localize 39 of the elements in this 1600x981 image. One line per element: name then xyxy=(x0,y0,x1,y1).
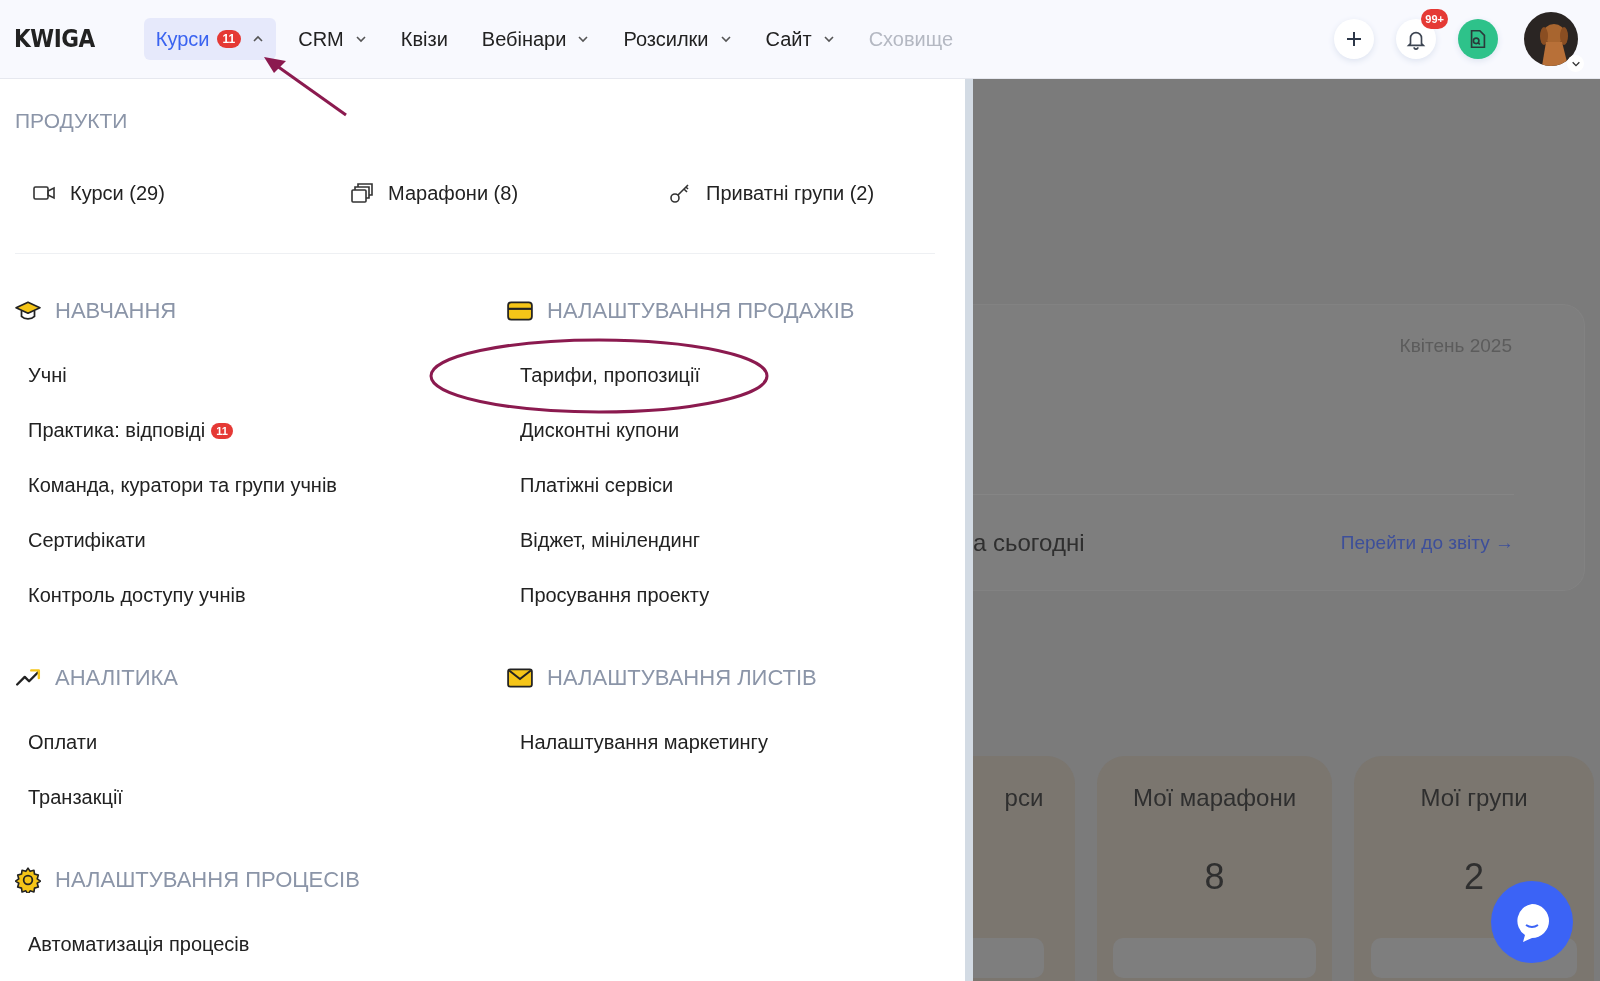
menu-item[interactable]: Команда, куратори та групи учнів xyxy=(28,474,337,497)
menu-item[interactable]: Сертифікати xyxy=(28,529,146,552)
card-title: Мої групи xyxy=(1420,784,1528,812)
card-title: Мої марафони xyxy=(1132,784,1297,812)
nav-tab[interactable]: Квізи xyxy=(388,18,460,60)
menu-item[interactable]: Просування проекту xyxy=(520,584,710,607)
section-title: НАЛАШТУВАННЯ ПРОЦЕСІВ xyxy=(55,867,360,893)
section-title: НАВЧАННЯ xyxy=(55,298,177,324)
nav-tab[interactable]: CRM xyxy=(286,18,379,60)
menu-item[interactable]: Курси (29) xyxy=(70,181,165,205)
menu-item[interactable]: Учні xyxy=(28,364,67,387)
menu-item[interactable]: Оплати xyxy=(28,731,98,754)
menu-item[interactable]: Транзакції xyxy=(28,786,123,809)
count-badge: 11 xyxy=(211,422,233,439)
section-title: НАЛАШТУВАННЯ ПРОДАЖІВ xyxy=(547,298,855,324)
menu-item[interactable]: Платіжні сервіси xyxy=(520,474,674,497)
nav-tab[interactable]: Сайт xyxy=(753,18,847,60)
menu-item[interactable]: Марафони (8) xyxy=(388,181,519,205)
card-title: рси xyxy=(1004,784,1044,812)
menu-item[interactable]: Тарифи, пропозиції xyxy=(520,364,701,387)
menu-item[interactable]: Дисконтні купони xyxy=(520,419,680,442)
menu-item[interactable]: Автоматизація процесів xyxy=(28,933,250,956)
nav-tab[interactable]: Вебінари xyxy=(469,18,602,60)
section-title: АНАЛІТИКА xyxy=(55,665,178,691)
notification-badge: 99+ xyxy=(1421,9,1448,29)
menu-item[interactable]: Віджет, мінілендинг xyxy=(520,529,701,552)
logo[interactable]: KWIGA xyxy=(14,25,95,53)
card-count: 2 xyxy=(1464,856,1484,897)
count-badge: 11 xyxy=(216,30,242,48)
nav-tab[interactable]: Розсилки xyxy=(611,18,744,60)
menu-item[interactable]: Налаштування маркетингу xyxy=(520,731,768,754)
section-title: НАЛАШТУВАННЯ ЛИСТІВ xyxy=(547,665,817,691)
nav-tab[interactable]: Курси 11 xyxy=(143,18,277,60)
section-title: ПРОДУКТИ xyxy=(15,109,129,133)
report-caption: а сьогодні xyxy=(973,528,1085,557)
menu-item[interactable]: Практика: відповіді xyxy=(28,419,206,442)
card-count: 8 xyxy=(1204,856,1225,897)
menu-item[interactable]: Контроль доступу учнів xyxy=(28,584,246,607)
menu-item[interactable]: Приватні групи (2) xyxy=(706,181,875,205)
